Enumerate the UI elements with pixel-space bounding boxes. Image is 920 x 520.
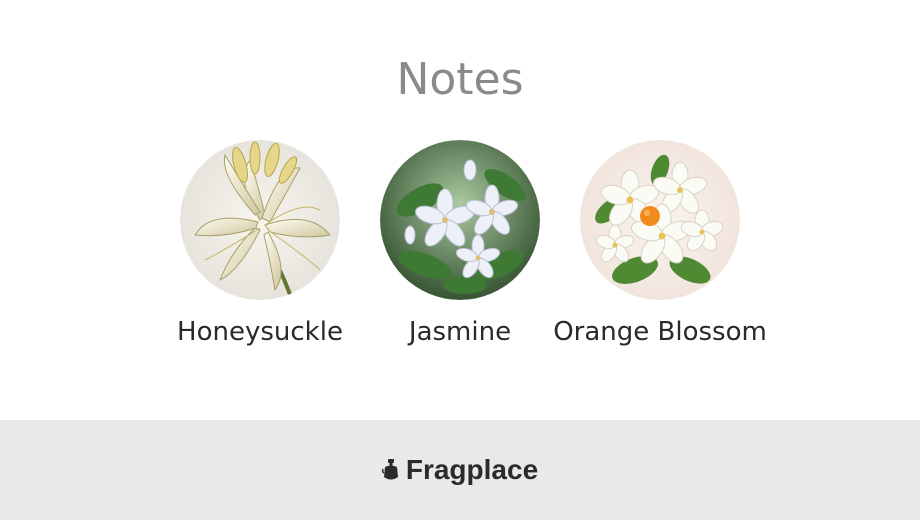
perfume-bottle-icon (381, 456, 400, 488)
notes-list: Honeysuckle Jasmine Orange Blossom (0, 140, 920, 400)
brand-name: Fragplace (405, 454, 539, 485)
note-item-jasmine[interactable]: Jasmine (350, 140, 570, 350)
footer: Fragplace (0, 420, 920, 520)
note-label-honeysuckle: Honeysuckle (177, 317, 343, 347)
note-label-jasmine: Jasmine (408, 317, 512, 347)
orange-blossom-image (580, 140, 740, 300)
note-item-honeysuckle[interactable]: Honeysuckle (150, 140, 370, 350)
note-label-orange-blossom: Orange Blossom (553, 317, 767, 347)
page-title: Notes (396, 54, 524, 105)
jasmine-image (380, 140, 540, 300)
brand-logo[interactable]: Fragplace (0, 454, 920, 488)
honeysuckle-image (180, 140, 340, 300)
note-item-orange-blossom[interactable]: Orange Blossom (550, 140, 770, 350)
notes-card: Notes Honeysuckle Jasmine Orange Blossom… (0, 0, 920, 520)
